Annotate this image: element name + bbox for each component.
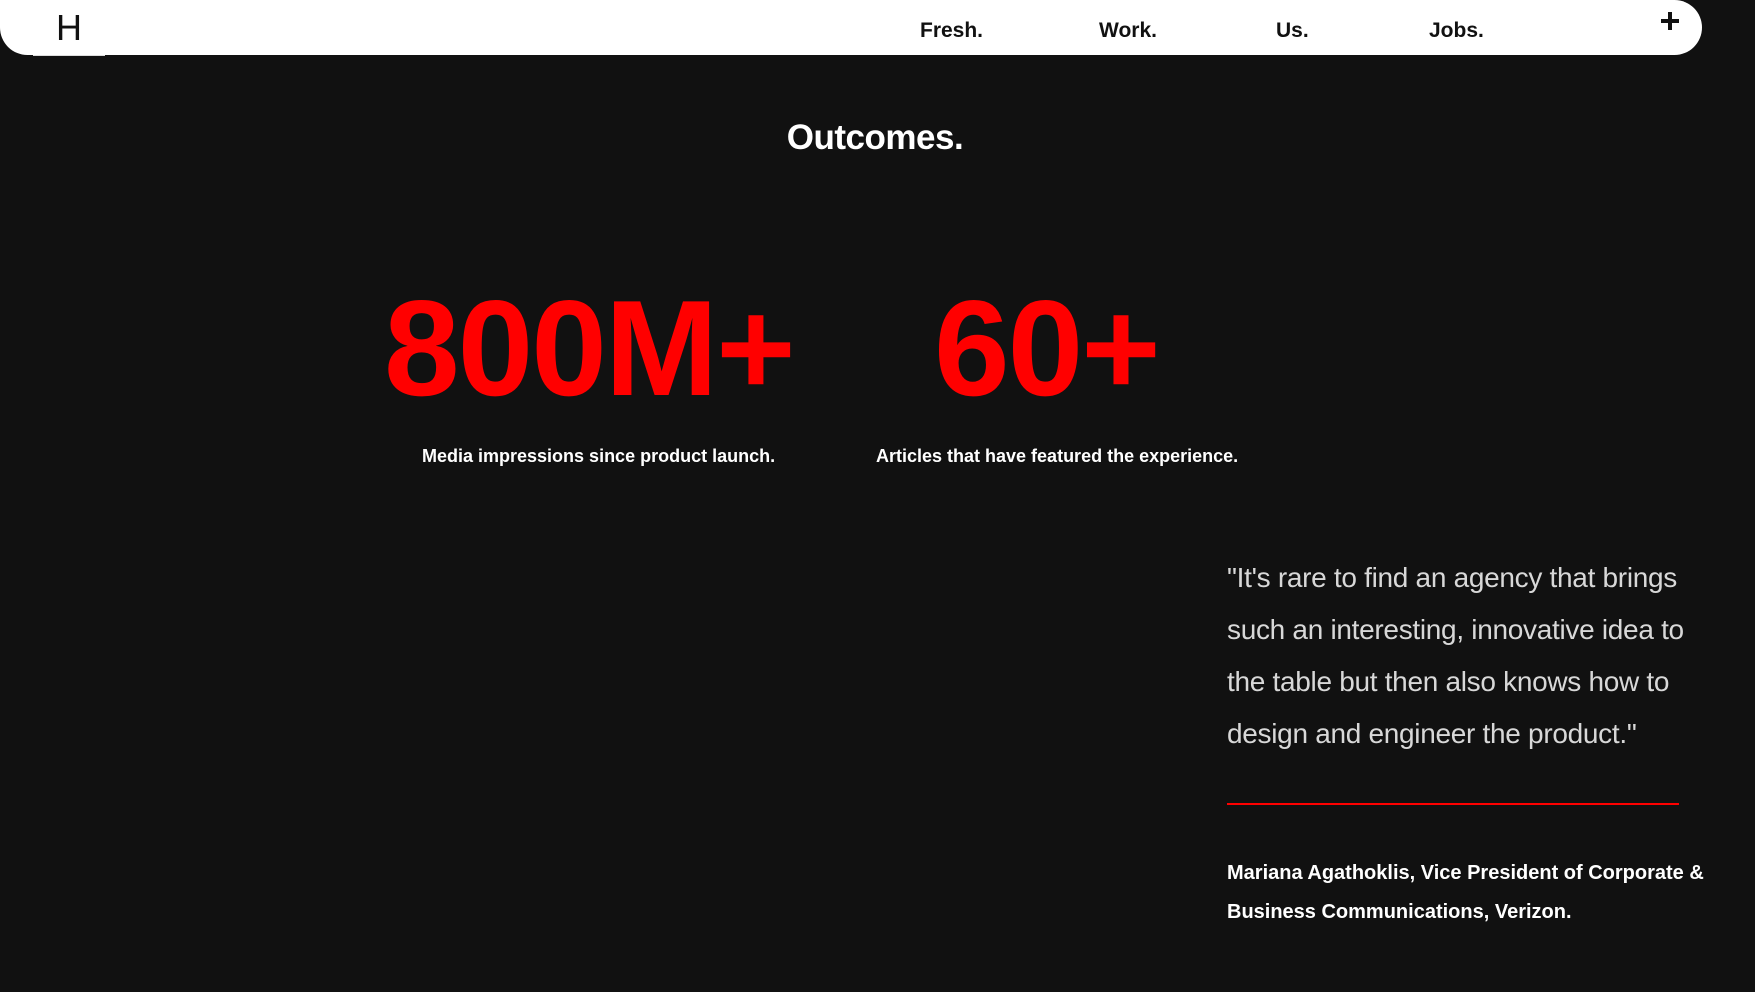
nav-link-jobs[interactable]: Jobs. (1429, 19, 1484, 43)
top-navbar: H Fresh. Work. Us. Jobs. (0, 0, 1702, 56)
stat-label-impressions: Media impressions since product launch. (422, 446, 776, 466)
testimonial-attribution: Mariana Agathoklis, Vice President of Co… (1227, 862, 1704, 923)
stat-label-articles: Articles that have featured the experien… (876, 446, 1239, 466)
nav-link-work[interactable]: Work. (1099, 19, 1157, 43)
page: H Fresh. Work. Us. Jobs. Outcomes. 800M+… (0, 0, 1755, 992)
stat-value-impressions: 800M+ (384, 272, 796, 424)
stat-value-articles: 60+ (934, 272, 1161, 424)
section-title: Outcomes. (786, 118, 964, 157)
nav-link-us[interactable]: Us. (1276, 19, 1309, 43)
logo[interactable]: H (33, 0, 105, 56)
plus-icon[interactable] (1656, 7, 1684, 35)
testimonial-quote: "It's rare to find an agency that brings… (1227, 562, 1684, 749)
nav-link-fresh[interactable]: Fresh. (920, 19, 983, 43)
quote-divider (1227, 803, 1679, 805)
